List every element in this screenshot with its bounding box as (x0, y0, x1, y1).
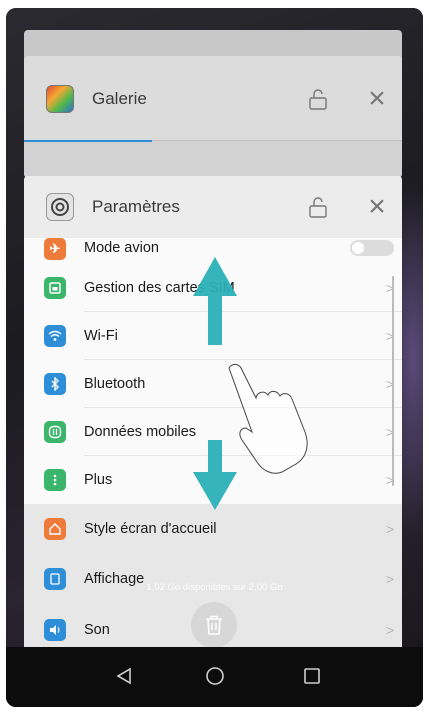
sound-icon (44, 619, 66, 641)
recents-square-icon (304, 668, 320, 684)
close-icon[interactable]: × (362, 192, 392, 222)
list-item-label: Plus (84, 472, 113, 488)
sim-card-icon (44, 277, 66, 299)
gear-icon (51, 198, 69, 216)
card-header: Galerie × (24, 56, 402, 142)
recents-button[interactable] (297, 661, 327, 691)
gallery-content-strip (24, 140, 402, 178)
recent-app-card-galerie[interactable]: Galerie × (24, 56, 402, 178)
unlock-icon[interactable] (308, 196, 328, 218)
chevron-right-icon: > (385, 521, 394, 537)
settings-app-icon (46, 193, 74, 221)
back-button[interactable] (109, 661, 139, 691)
list-item-donnees-mobiles[interactable]: Données mobiles > (24, 408, 402, 456)
list-item-affichage[interactable]: Affichage > (24, 554, 402, 604)
mobile-data-icon (44, 421, 66, 443)
list-item-label: Données mobiles (84, 424, 197, 440)
list-item-bluetooth[interactable]: Bluetooth > (24, 360, 402, 408)
unlock-icon[interactable] (308, 88, 328, 110)
list-item-sim[interactable]: Gestion des cartes SIM > (24, 264, 402, 312)
card-header: Paramètres × (24, 176, 402, 238)
chevron-right-icon: > (385, 622, 394, 638)
gallery-app-icon (46, 85, 74, 113)
more-icon (44, 469, 66, 491)
back-triangle-icon (116, 667, 131, 685)
home-button[interactable] (200, 661, 230, 691)
navigation-bar (6, 647, 423, 707)
list-item-label: Son (84, 622, 110, 638)
wifi-icon (44, 325, 66, 347)
list-item-plus[interactable]: Plus > (24, 456, 402, 504)
list-item-label: Style écran d'accueil (84, 521, 217, 537)
list-item-mode-avion[interactable]: ✈ Mode avion (24, 238, 402, 264)
close-icon[interactable]: × (362, 84, 392, 114)
list-item-label: Mode avion (84, 240, 159, 256)
home-style-icon (44, 518, 66, 540)
tab-indicator (24, 140, 152, 142)
trash-icon (206, 615, 222, 635)
list-item-label: Wi-Fi (84, 328, 118, 344)
memory-status: 1,02 Go disponibles sur 2,00 Go (146, 582, 283, 593)
card-title: Paramètres (92, 197, 180, 216)
list-item-wifi[interactable]: Wi-Fi > (24, 312, 402, 360)
card-title: Galerie (92, 89, 147, 108)
home-circle-icon (206, 667, 224, 685)
settings-list: ✈ Mode avion Gestion des cartes SIM > Wi… (24, 238, 402, 504)
list-item-label: Bluetooth (84, 376, 146, 392)
list-item-style-ecran[interactable]: Style écran d'accueil > (24, 504, 402, 554)
bluetooth-icon (44, 373, 66, 395)
scrollbar[interactable] (392, 276, 394, 486)
airplane-icon: ✈ (44, 238, 66, 260)
list-item-label: Gestion des cartes SIM (84, 280, 235, 296)
airplane-mode-toggle[interactable] (350, 240, 394, 256)
clear-all-button[interactable] (191, 602, 237, 648)
phone-screen: Galerie × Paramètres × ✈ Mode avion Gest… (6, 8, 423, 707)
